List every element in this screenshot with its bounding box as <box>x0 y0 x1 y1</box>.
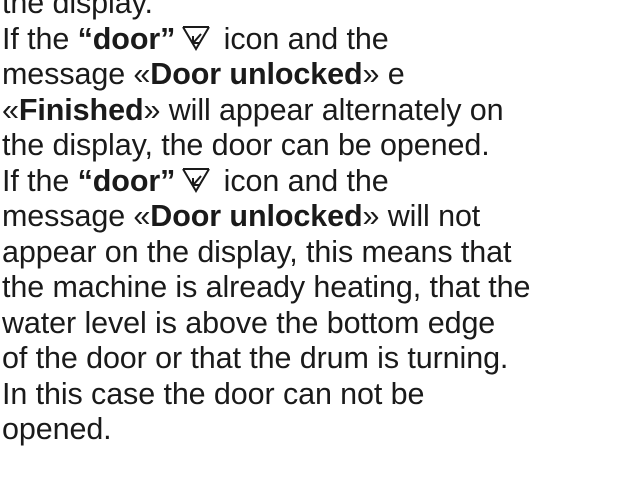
document-page: the display. If the “door” icon and the … <box>0 0 618 478</box>
text-fragment: water level is above the bottom edge <box>2 305 496 340</box>
door-term: “door” <box>77 21 176 56</box>
text-line: message «Door unlocked» e <box>2 57 616 93</box>
text-line: If the “door” icon and the <box>2 164 616 200</box>
text-line: of the door or that the drum is turning. <box>2 341 616 377</box>
text-fragment: If the <box>2 163 78 198</box>
text-fragment: « <box>2 92 19 127</box>
door-term: “door” <box>77 163 176 198</box>
text-fragment: icon and the <box>215 21 389 56</box>
text-line: message «Door unlocked» will not <box>2 199 616 235</box>
door-unlocked-term: Door unlocked <box>150 57 363 91</box>
text-line: the machine is already heating, that the <box>2 270 616 306</box>
text-fragment: » will appear alternately on <box>143 92 504 127</box>
text-fragment: message « <box>2 57 151 91</box>
text-fragment: In this case the door can not be <box>2 376 425 411</box>
door-unlock-icon <box>181 24 211 52</box>
text-line: opened. <box>2 412 616 448</box>
text-fragment: of the door or that the drum is turning. <box>2 341 509 375</box>
text-fragment: opened. <box>2 412 112 446</box>
text-fragment: the display, the door can be opened. <box>2 128 490 162</box>
instruction-text: the display. If the “door” icon and the … <box>2 0 616 448</box>
text-line: In this case the door can not be <box>2 377 616 413</box>
finished-term: Finished <box>18 92 144 127</box>
text-fragment: » will not <box>362 199 481 233</box>
text-fragment: If the <box>2 21 78 56</box>
text-fragment: » e <box>362 57 405 91</box>
text-line: water level is above the bottom edge <box>2 306 616 342</box>
text-fragment: appear on the display, this means that <box>2 234 512 269</box>
text-fragment: message « <box>2 199 151 233</box>
text-fragment: the display. <box>2 0 153 20</box>
text-fragment: icon and the <box>215 163 389 198</box>
text-line: If the “door” icon and the <box>2 22 616 58</box>
door-unlock-icon <box>181 166 211 194</box>
text-line: «Finished» will appear alternately on <box>2 93 616 129</box>
text-fragment: the machine is already heating, that the <box>2 270 531 304</box>
text-line: the display, the door can be opened. <box>2 128 616 164</box>
door-unlocked-term: Door unlocked <box>150 199 363 233</box>
text-line: the display. <box>2 0 616 22</box>
text-line: appear on the display, this means that <box>2 235 616 271</box>
